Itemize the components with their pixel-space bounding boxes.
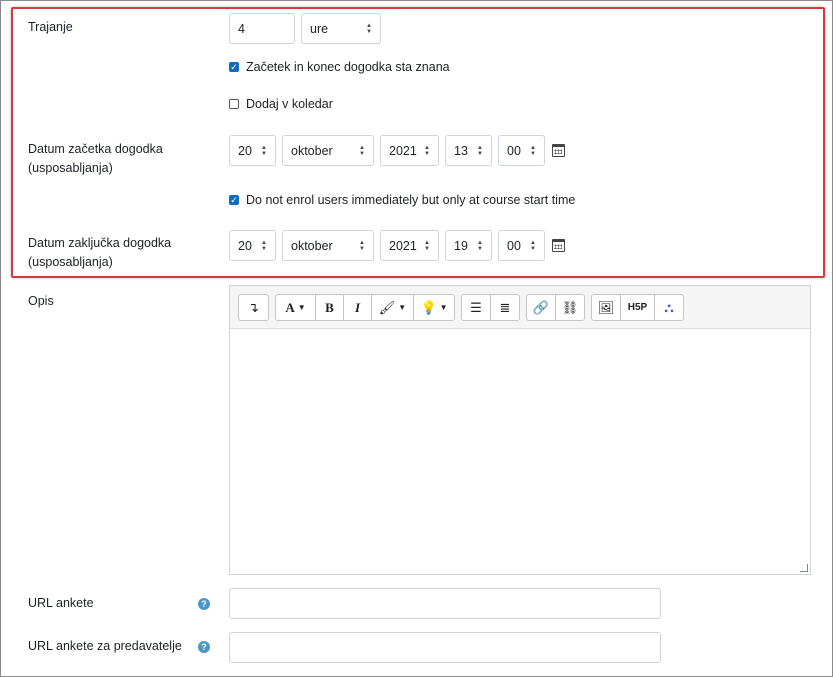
image-icon[interactable]: 🖼 bbox=[592, 295, 621, 320]
survey-url-lecturers-label: URL ankete za predavatelje bbox=[28, 639, 182, 653]
checkbox-checked-icon[interactable]: ✓ bbox=[229, 195, 239, 205]
link-icon[interactable]: 🔗 bbox=[527, 295, 556, 320]
description-textarea[interactable] bbox=[230, 329, 810, 574]
select-caret-icon: ▲ ▼ bbox=[530, 239, 536, 252]
survey-url-label: URL ankete bbox=[28, 596, 94, 610]
select-caret-icon: ▲ ▼ bbox=[261, 144, 267, 157]
survey-url-input[interactable] bbox=[229, 588, 661, 619]
end-day-select[interactable]: 20 ▲ ▼ bbox=[229, 230, 276, 261]
editor-toolbar: ↴ A ▼ B I 🖌 ▼ 💡 ▼ ☰ ≣ 🔗 ⛓ 🖼 H5P ⛬ bbox=[230, 286, 810, 329]
select-caret-icon: ▲ ▼ bbox=[366, 22, 372, 35]
duration-unit-select[interactable]: ure ▲ ▼ bbox=[301, 13, 381, 44]
calendar-icon[interactable] bbox=[552, 239, 565, 252]
font-color-icon[interactable]: A ▼ bbox=[276, 295, 316, 320]
description-editor: ↴ A ▼ B I 🖌 ▼ 💡 ▼ ☰ ≣ 🔗 ⛓ 🖼 H5P ⛬ bbox=[229, 285, 811, 575]
start-month-select[interactable]: oktober ▲ ▼ bbox=[282, 135, 374, 166]
select-caret-icon: ▲ ▼ bbox=[261, 239, 267, 252]
select-caret-icon: ▲ ▼ bbox=[424, 239, 430, 252]
help-icon[interactable]: ? bbox=[198, 641, 210, 653]
add-to-calendar-checkbox-row[interactable]: Dodaj v koledar bbox=[229, 97, 333, 111]
idea-icon[interactable]: 💡 ▼ bbox=[414, 295, 454, 320]
start-year-select[interactable]: 2021 ▲ ▼ bbox=[380, 135, 439, 166]
end-date-label: Datum zaključka dogodka (usposabljanja) bbox=[28, 236, 172, 269]
ordered-list-icon[interactable]: ≣ bbox=[491, 295, 519, 320]
select-caret-icon: ▲ ▼ bbox=[477, 144, 483, 157]
end-hour-select[interactable]: 19 ▲ ▼ bbox=[445, 230, 492, 261]
start-minute-select[interactable]: 00 ▲ ▼ bbox=[498, 135, 545, 166]
italic-icon[interactable]: I bbox=[344, 295, 372, 320]
select-caret-icon: ▲ ▼ bbox=[530, 144, 536, 157]
select-caret-icon: ▲ ▼ bbox=[424, 144, 430, 157]
start-hour-select[interactable]: 13 ▲ ▼ bbox=[445, 135, 492, 166]
end-month-select[interactable]: oktober ▲ ▼ bbox=[282, 230, 374, 261]
end-minute-select[interactable]: 00 ▲ ▼ bbox=[498, 230, 545, 261]
checkbox-checked-icon[interactable]: ✓ bbox=[229, 62, 239, 72]
resize-handle-icon[interactable] bbox=[800, 564, 808, 572]
select-caret-icon: ▲ ▼ bbox=[359, 239, 365, 252]
checkbox-unchecked-icon[interactable] bbox=[229, 99, 239, 109]
duration-label: Trajanje bbox=[28, 20, 73, 34]
end-year-select[interactable]: 2021 ▲ ▼ bbox=[380, 230, 439, 261]
teams-icon[interactable]: ⛬ bbox=[655, 295, 683, 320]
collapse-icon[interactable]: ↴ bbox=[239, 295, 268, 320]
bold-icon[interactable]: B bbox=[316, 295, 344, 320]
no-enrol-checkbox-row[interactable]: ✓ Do not enrol users immediately but onl… bbox=[229, 193, 575, 207]
duration-input[interactable]: 4 bbox=[229, 13, 295, 44]
style-brush-icon[interactable]: 🖌 ▼ bbox=[372, 295, 414, 320]
survey-url-lecturers-input[interactable] bbox=[229, 632, 661, 663]
start-date-label: Datum začetka dogodka (usposabljanja) bbox=[28, 142, 163, 175]
h5p-icon[interactable]: H5P bbox=[621, 295, 655, 320]
unordered-list-icon[interactable]: ☰ bbox=[462, 295, 491, 320]
calendar-icon[interactable] bbox=[552, 144, 565, 157]
unlink-icon[interactable]: ⛓ bbox=[556, 295, 584, 320]
description-label: Opis bbox=[28, 294, 54, 308]
select-caret-icon: ▲ ▼ bbox=[359, 144, 365, 157]
select-caret-icon: ▲ ▼ bbox=[477, 239, 483, 252]
known-start-end-checkbox-row[interactable]: ✓ Začetek in konec dogodka sta znana bbox=[229, 60, 450, 74]
help-icon[interactable]: ? bbox=[198, 598, 210, 610]
start-day-select[interactable]: 20 ▲ ▼ bbox=[229, 135, 276, 166]
